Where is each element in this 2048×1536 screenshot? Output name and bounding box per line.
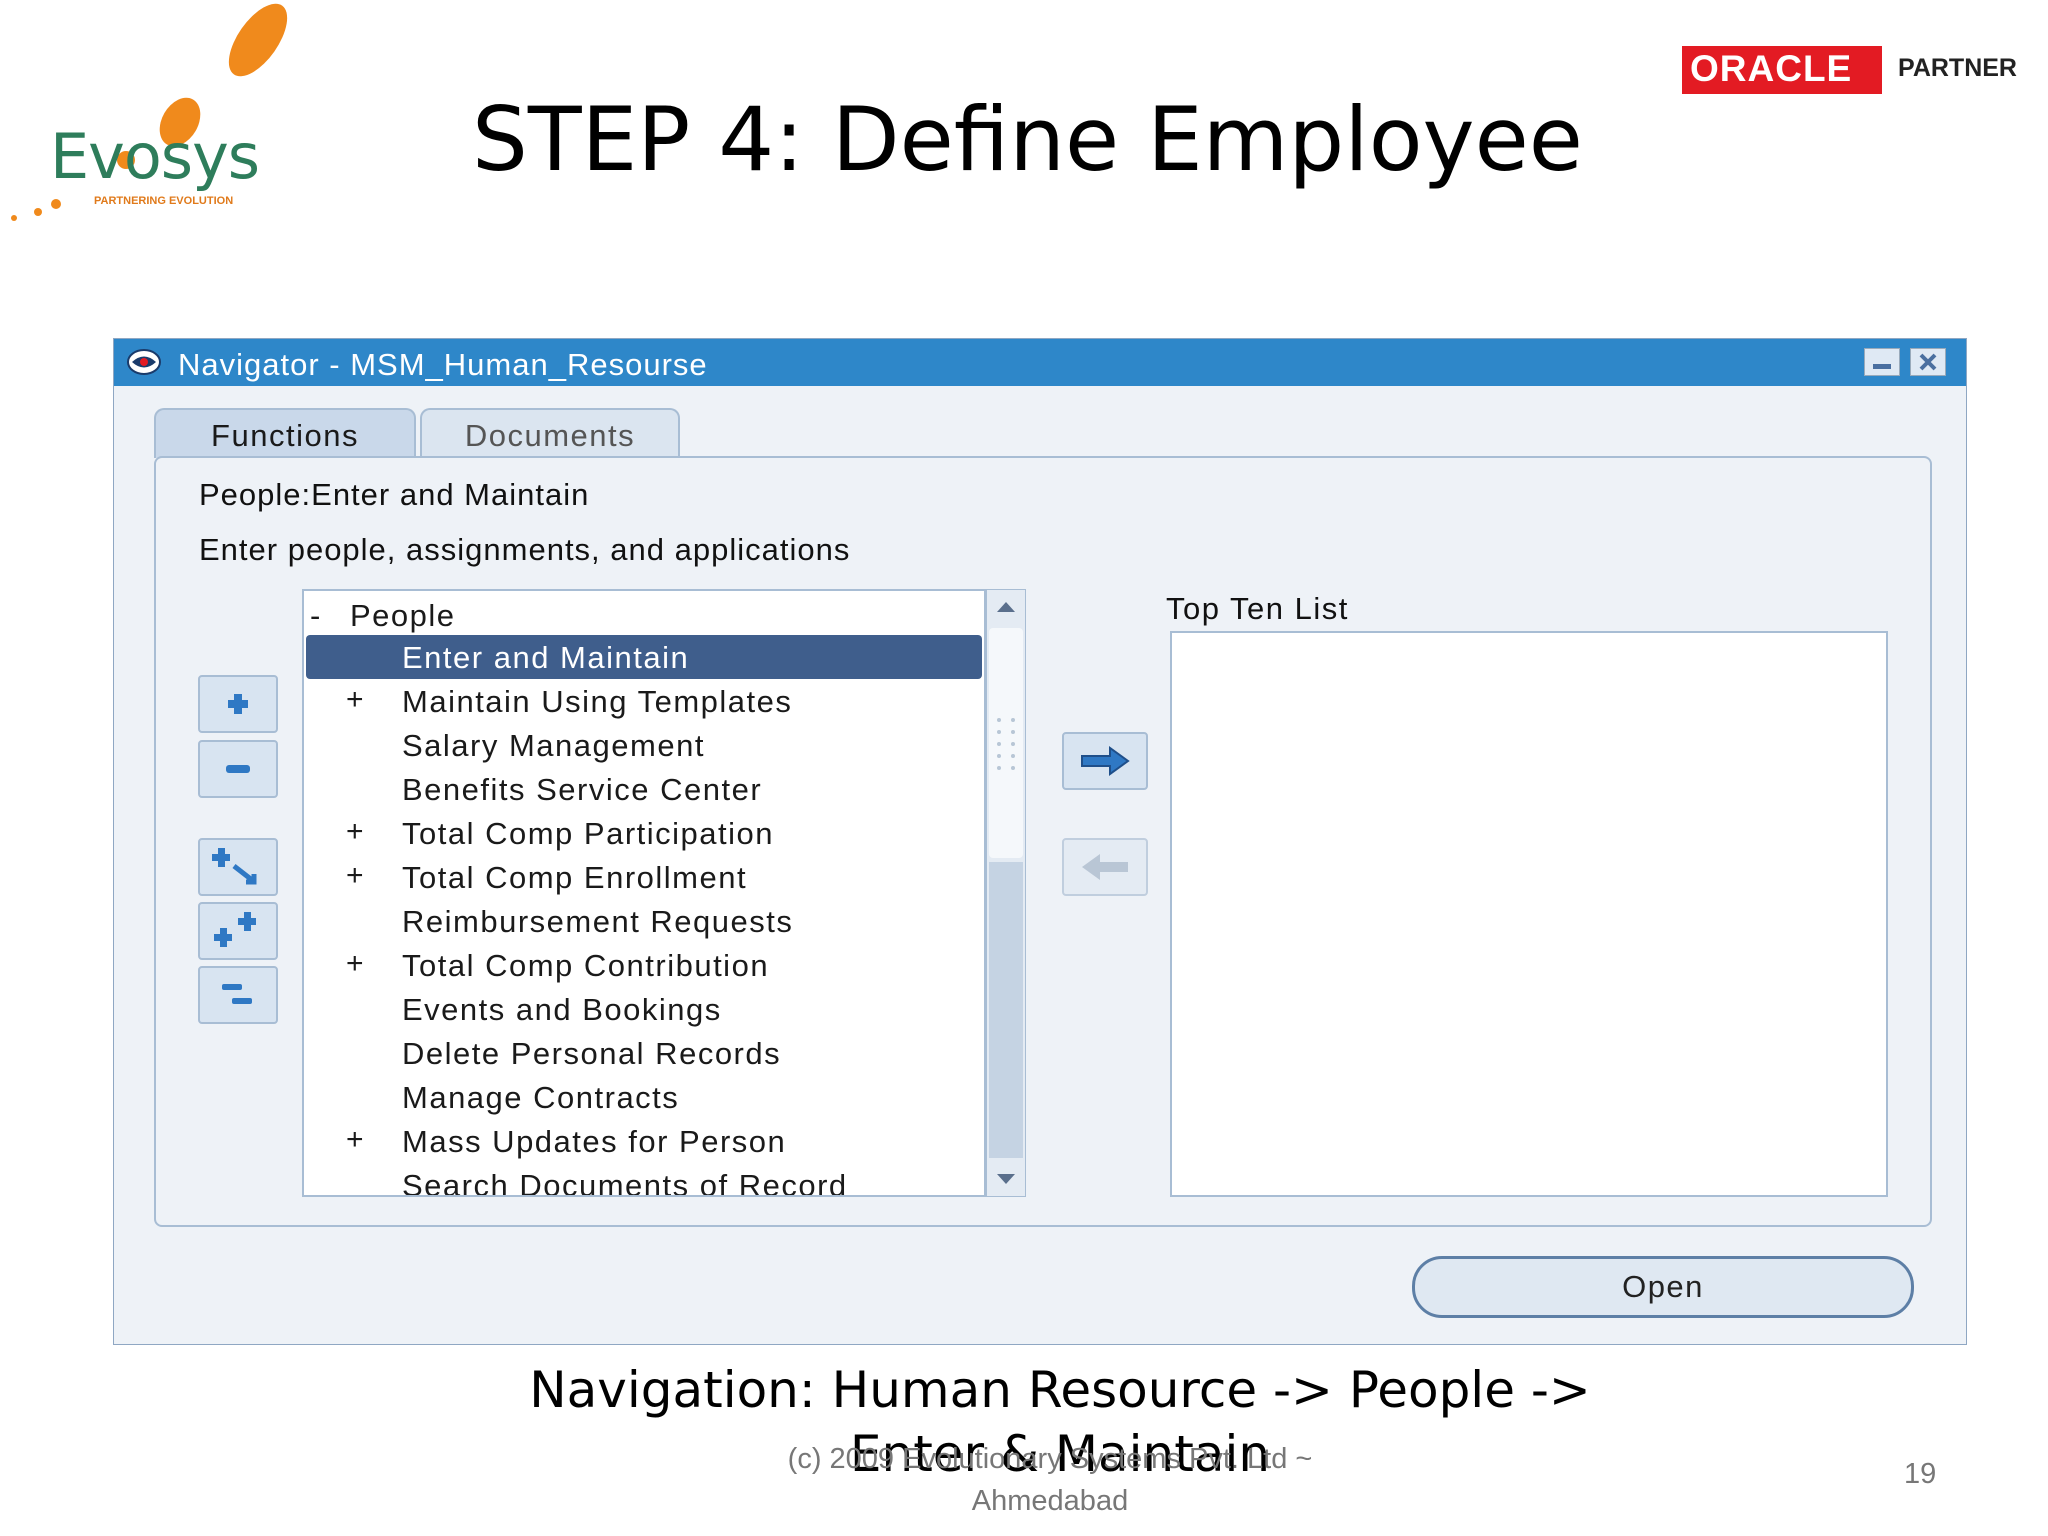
scroll-down-arrow-icon[interactable] (987, 1160, 1025, 1196)
page-number: 19 (1904, 1458, 1937, 1490)
tree-item-label: Search Documents of Record (402, 1168, 848, 1197)
add-to-top-ten-button[interactable] (1062, 732, 1148, 790)
collapse-all-icon (222, 984, 252, 1004)
minimize-button[interactable] (1864, 348, 1900, 376)
oracle-app-icon (127, 349, 161, 375)
scroll-track[interactable] (989, 862, 1023, 1158)
collapse-all-button[interactable] (198, 966, 278, 1024)
scroll-up-arrow-icon[interactable] (987, 590, 1025, 626)
partner-label: PARTNER (1898, 54, 2017, 82)
tree-item[interactable]: + Total Comp Participation (304, 811, 984, 855)
tab-documents[interactable]: Documents (420, 408, 680, 458)
tree-root-people[interactable]: - People (304, 593, 984, 637)
open-button[interactable]: Open (1412, 1256, 1914, 1318)
tree-item-label: Benefits Service Center (402, 772, 763, 807)
tree-item[interactable]: + Total Comp Enrollment (304, 855, 984, 899)
tree-item[interactable]: Delete Personal Records (304, 1031, 984, 1075)
expand-button[interactable] (198, 675, 278, 733)
tree-item[interactable]: Reimbursement Requests (304, 899, 984, 943)
tree-item-label: Delete Personal Records (402, 1036, 782, 1071)
window-title: Navigator - MSM_Human_Resourse (178, 347, 708, 382)
tree-expand-symbol[interactable]: + (346, 859, 365, 893)
tree-expand-symbol[interactable]: + (346, 683, 365, 717)
top-ten-list-label: Top Ten List (1166, 591, 1349, 626)
logo-tagline: PARTNERING EVOLUTION (94, 195, 234, 207)
arrow-left-icon (1082, 854, 1128, 880)
collapse-button[interactable] (198, 740, 278, 798)
plus-icon (228, 694, 248, 714)
tree-expand-symbol[interactable]: + (346, 1123, 365, 1157)
tree-expand-symbol[interactable]: + (346, 947, 365, 981)
logo-wordmark: Evosys (50, 120, 260, 193)
tree-item-label: Events and Bookings (402, 992, 722, 1027)
tree-item-label: Mass Updates for Person (402, 1124, 787, 1159)
tree-item[interactable]: + Maintain Using Templates (304, 679, 984, 723)
minimize-icon (1873, 364, 1891, 369)
tree-item-label: Reimbursement Requests (402, 904, 794, 939)
top-ten-list[interactable] (1170, 631, 1888, 1197)
tree-collapse-symbol[interactable]: - (310, 598, 322, 634)
expand-all-button[interactable] (198, 902, 278, 960)
tree-item-enter-and-maintain[interactable]: Enter and Maintain (306, 635, 982, 679)
minus-icon (226, 765, 250, 773)
tree-item[interactable]: Events and Bookings (304, 987, 984, 1031)
scroll-thumb[interactable] (989, 628, 1023, 858)
tree-item-label: Salary Management (402, 728, 705, 763)
tab-functions[interactable]: Functions (154, 408, 416, 458)
tree-expand-symbol[interactable]: + (346, 815, 365, 849)
expand-branch-button[interactable] (198, 838, 278, 896)
tree-item[interactable]: Search Documents of Record (304, 1163, 984, 1197)
expand-all-icon (214, 912, 256, 947)
close-button[interactable] (1910, 348, 1946, 376)
tree-item-label: Manage Contracts (402, 1080, 680, 1115)
tree-item[interactable]: Benefits Service Center (304, 767, 984, 811)
tree-item[interactable]: Manage Contracts (304, 1075, 984, 1119)
copyright-footer: (c) 2009 Evolutionary Systems Pvt. Ltd ~… (787, 1443, 1313, 1517)
selected-function-description: Enter people, assignments, and applicati… (199, 532, 851, 567)
tree-item-label: Total Comp Enrollment (402, 860, 748, 895)
function-tree[interactable]: - People Enter and Maintain + Maintain U… (302, 589, 986, 1197)
close-icon (1919, 353, 1937, 371)
grip-icon (997, 718, 1015, 770)
window-titlebar[interactable]: Navigator - MSM_Human_Resourse (114, 339, 1966, 386)
tree-item[interactable]: Salary Management (304, 723, 984, 767)
navigator-window: Navigator - MSM_Human_Resourse Functions… (113, 338, 1967, 1345)
slide-title: STEP 4: Define Employee (472, 88, 1583, 191)
tree-item-label: Maintain Using Templates (402, 684, 793, 719)
oracle-wordmark: ORACLE (1690, 48, 1853, 89)
arrow-right-icon (1081, 746, 1130, 776)
tree-item-label: Total Comp Contribution (402, 948, 770, 983)
tree-item[interactable]: + Total Comp Contribution (304, 943, 984, 987)
selected-function-name: People:Enter and Maintain (199, 477, 590, 512)
tree-item-label: People (350, 598, 456, 633)
tree-item-label: Enter and Maintain (402, 640, 690, 675)
tree-scrollbar[interactable] (986, 589, 1026, 1197)
tree-item-label: Total Comp Participation (402, 816, 774, 851)
expand-branch-icon (212, 848, 257, 885)
tree-item[interactable]: + Mass Updates for Person (304, 1119, 984, 1163)
remove-from-top-ten-button[interactable] (1062, 838, 1148, 896)
